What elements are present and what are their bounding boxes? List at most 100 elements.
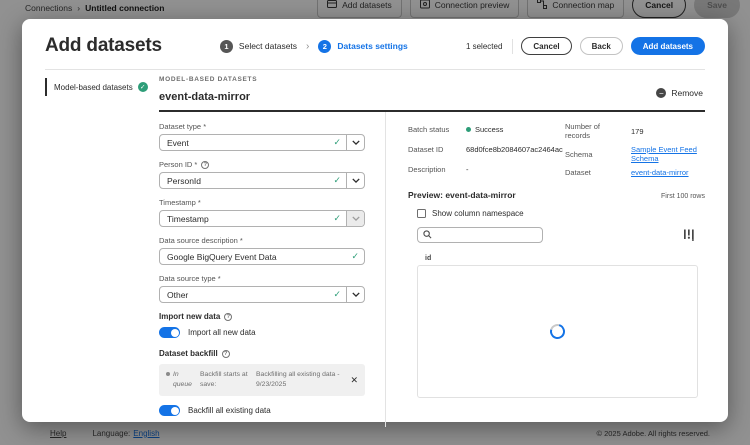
settings-columns: Dataset type * Event ✓ Person ID * ? [159,112,705,427]
data-source-type-field: Data source type * Other ✓ [159,274,365,303]
import-new-data-heading: Import new data ? [159,312,365,321]
search-input[interactable] [436,231,537,240]
valid-check-icon: ✓ [333,137,341,148]
preview-table [417,265,698,398]
stepper: 1 Select datasets › 2 Datasets settings [220,40,408,53]
namespace-row: Show column namespace [417,209,705,218]
data-source-type-label: Data source type * [159,274,365,283]
backfill-toggle-label: Backfill all existing data [188,406,271,415]
show-namespace-checkbox[interactable] [417,209,426,218]
backfill-status-detail-1: Backfill starts at save: [200,370,248,390]
schema-link[interactable]: Sample Event Feed Schema [631,145,705,163]
preview-header: Preview: event-data-mirror First 100 row… [408,190,705,200]
batch-status-text: Success [475,125,503,134]
dataset-type-field: Dataset type * Event ✓ [159,122,365,151]
data-source-description-input[interactable]: Google BigQuery Event Data ✓ [159,248,365,265]
backfill-toggle[interactable] [159,405,180,416]
timestamp-field: Timestamp * Timestamp ✓ [159,198,365,227]
sidebar-item-label: Model-based datasets [54,83,133,92]
dataset-type-select[interactable]: Event ✓ [159,134,365,151]
data-source-description-value: Google BigQuery Event Data [160,252,351,262]
remove-minus-icon: − [656,88,666,98]
step-select-datasets[interactable]: 1 Select datasets [220,40,297,53]
description-value: - [466,165,565,174]
person-id-value: PersonId [160,176,333,186]
rows-note: First 100 rows [661,193,705,200]
selected-count: 1 selected [466,42,502,51]
modal-title: Add datasets [45,35,162,57]
dataset-link[interactable]: event-data-mirror [631,168,705,177]
step-1-label: Select datasets [239,41,297,51]
close-icon[interactable]: ✕ [350,375,358,386]
person-id-label: Person ID * ? [159,160,365,169]
backfill-toggle-row: Backfill all existing data [159,405,365,416]
import-new-data-row: Import all new data [159,327,365,338]
section-header: MODEL-BASED DATASETS event-data-mirror −… [159,76,705,103]
person-id-select[interactable]: PersonId ✓ [159,172,365,189]
column-settings-icon[interactable] [683,229,695,241]
search-icon [423,226,432,244]
step-datasets-settings[interactable]: 2 Datasets settings [318,40,407,53]
dataset-type-label: Dataset type * [159,122,365,131]
data-source-description-field: Data source description * Google BigQuer… [159,236,365,265]
timestamp-select[interactable]: Timestamp ✓ [159,210,365,227]
chevron-down-icon [346,211,364,226]
data-source-type-select[interactable]: Other ✓ [159,286,365,303]
chevron-down-icon[interactable] [346,135,364,150]
dataset-id-value: 68d0fce8b2084607ac2464ac [466,145,565,154]
records-value: 179 [631,127,705,136]
dataset-backfill-label-text: Dataset backfill [159,349,218,358]
chevron-down-icon[interactable] [346,173,364,188]
data-source-description-label: Data source description * [159,236,365,245]
preview-column-header-id: id [425,255,705,262]
help-icon[interactable]: ? [224,313,232,321]
header-divider [512,39,513,54]
modal-sidebar: Model-based datasets ✓ [45,70,159,427]
complete-check-icon: ✓ [138,82,148,92]
valid-check-icon: ✓ [333,175,341,186]
dataset-label: Dataset [565,168,625,177]
details-grid: Batch status Success Dataset ID 68d0fce8… [408,122,705,177]
data-source-type-value: Other [160,290,333,300]
help-icon[interactable]: ? [201,161,209,169]
schema-label: Schema [565,150,625,159]
step-2-label: Datasets settings [337,41,407,51]
import-new-data-toggle[interactable] [159,327,180,338]
modal-header: Add datasets 1 Select datasets › 2 Datas… [22,19,728,61]
modal-content: MODEL-BASED DATASETS event-data-mirror −… [159,70,705,427]
batch-status-value: Success [466,125,565,134]
valid-check-icon: ✓ [333,289,341,300]
backfill-status-text: In queue [173,370,192,390]
help-icon[interactable]: ? [222,350,230,358]
description-label: Description [408,165,460,174]
remove-dataset-button[interactable]: − Remove [656,88,703,98]
dataset-settings-form: Dataset type * Event ✓ Person ID * ? [159,112,385,427]
dataset-name-title: event-data-mirror [159,91,705,103]
dataset-type-value: Event [160,138,333,148]
backfill-status-detail-2: Backfilling all existing data - 9/23/202… [256,370,340,390]
backfill-status-name: In queue [166,370,192,390]
preview-title: Preview: event-data-mirror [408,190,516,200]
modal-body: Model-based datasets ✓ MODEL-BASED DATAS… [22,70,728,427]
step-1-circle: 1 [220,40,233,53]
person-id-field: Person ID * ? PersonId ✓ [159,160,365,189]
modal-cancel-button[interactable]: Cancel [521,37,571,55]
sidebar-item-model-based-datasets[interactable]: Model-based datasets ✓ [45,78,159,96]
dataset-details-panel: Batch status Success Dataset ID 68d0fce8… [386,112,705,427]
preview-search[interactable] [417,227,543,243]
remove-label: Remove [671,88,703,98]
dataset-backfill-heading: Dataset backfill ? [159,349,365,358]
modal-back-button[interactable]: Back [580,37,623,55]
chevron-down-icon[interactable] [346,287,364,302]
timestamp-label: Timestamp * [159,198,365,207]
modal-add-datasets-button[interactable]: Add datasets [631,37,705,55]
status-bullet-icon [166,372,170,376]
import-new-data-label-text: Import new data [159,312,220,321]
success-dot-icon [466,127,471,132]
loading-spinner-icon [547,321,567,341]
step-2-circle: 2 [318,40,331,53]
person-id-label-text: Person ID * [159,160,197,169]
modal-header-actions: 1 selected Cancel Back Add datasets [466,37,705,55]
screen: Connections › Untitled connection Add da… [0,0,750,445]
batch-status-label: Batch status [408,125,460,134]
